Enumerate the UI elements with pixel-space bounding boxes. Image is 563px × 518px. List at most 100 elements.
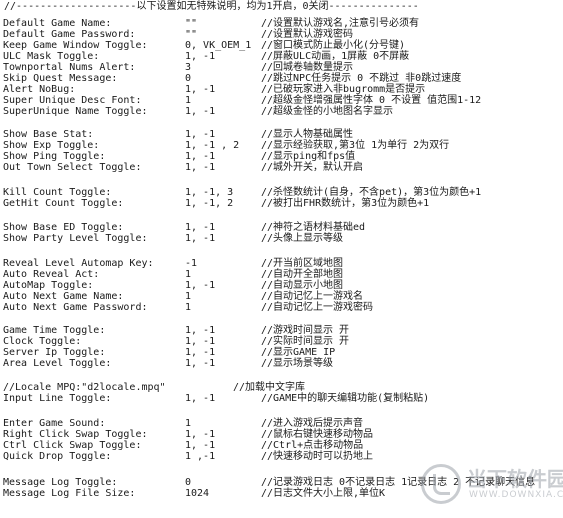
config-comment: //杀怪数统计(自身，不含pet)，第3位为颜色+1 <box>261 187 482 198</box>
config-key: Enter Game Sound: <box>3 418 106 429</box>
config-comment: //窗口模式防止最小化(分号键) <box>261 40 406 51</box>
config-value: 1, -1 <box>185 162 216 173</box>
config-comment: //实际时间显示 开 <box>261 336 350 347</box>
watermark-subtext: WWW.DOWNXIA.COM <box>469 490 563 500</box>
config-value: 1 <box>185 269 192 280</box>
config-value: 1, -1, 3 <box>185 187 234 198</box>
config-value: 1, -1 <box>185 393 216 404</box>
config-value: -1 <box>185 258 198 269</box>
config-key: Townportal Nums Alert: <box>3 62 136 73</box>
config-value: 1, -1 <box>185 233 216 244</box>
watermark: 当下软件园 WWW.DOWNXIA.COM <box>421 462 563 512</box>
config-value: 1, -1 , 2 <box>185 140 240 151</box>
config-value: 1, -1 <box>185 106 216 117</box>
config-key: Show Base Stat: <box>3 129 94 140</box>
config-key: Reveal Level Automap Key: <box>3 258 154 269</box>
config-key: Server Ip Toggle: <box>3 347 106 358</box>
config-key: Area Level Toggle: <box>3 358 112 369</box>
config-comment: //自动显示小地图 <box>261 280 344 291</box>
config-key: Right Click Swap Toggle: <box>3 429 148 440</box>
config-comment: //超级金怪的小地图名字显示 <box>261 106 394 117</box>
config-key: ULC Mask Toggle: <box>3 51 100 62</box>
config-key: Auto Next Game Password: <box>3 302 148 313</box>
config-value: 1, -1 <box>185 347 216 358</box>
config-comment: //回城卷轴数量提示 <box>261 62 354 73</box>
config-key: Show Exp Toggle: <box>3 140 100 151</box>
config-comment: //进入游戏后提示声音 <box>261 418 364 429</box>
config-value: 1 <box>185 291 192 302</box>
config-value: 1 ,-1 <box>185 451 216 462</box>
config-value: 1, -1 <box>185 129 216 140</box>
config-comment: //日志文件大小上限,单位K <box>261 488 386 499</box>
config-key: Default Game Name: <box>3 18 112 29</box>
config-key: Default Game Password: <box>3 29 136 40</box>
config-value: 1, -1 <box>185 51 216 62</box>
config-value: 1, -1 <box>185 325 216 336</box>
config-key: Message Log File Size: <box>3 488 136 499</box>
watermark-text: 当下软件园 <box>467 467 563 491</box>
config-key: Ctrl Click Swap Toggle: <box>3 440 142 451</box>
config-comment: //加载中文字库 <box>233 382 306 393</box>
config-value: 3 <box>185 62 192 73</box>
config-value: 0, VK_OEM_1 <box>185 40 252 51</box>
config-key: Clock Toggle: <box>3 336 82 347</box>
config-value: 0 <box>185 73 192 84</box>
config-key: Show Base ED Toggle: <box>3 222 124 233</box>
config-comment: //自动记忆上一游戏名 <box>261 291 364 302</box>
config-key: GetHit Count Toggle: <box>3 198 124 209</box>
config-comment: //开当前区域地图 <box>261 258 344 269</box>
config-comment: //神符之语材料基础ed <box>261 222 366 233</box>
config-comment: //GAME中的聊天编辑功能(复制粘贴) <box>261 393 430 404</box>
config-value: 1, -1 <box>185 280 216 291</box>
config-key: Auto Reveal Act: <box>3 269 100 280</box>
config-comment: //显示GAME IP <box>261 347 336 358</box>
config-key: AutoMap Toggle: <box>3 280 94 291</box>
config-comment: //显示ping和fps值 <box>261 151 356 162</box>
config-value: 1, -1, 2 <box>185 198 234 209</box>
config-value: 1, -1 <box>185 84 216 95</box>
config-value: 1 <box>185 95 192 106</box>
config-key: Game Time Toggle: <box>3 325 106 336</box>
config-value: "" <box>185 18 198 29</box>
config-key: Skip Quest Message: <box>3 73 118 84</box>
config-comment: //自动记忆上一游戏密码 <box>261 302 374 313</box>
config-key: Quick Drop Toggle: <box>3 451 112 462</box>
config-comment: //显示经验获取,第3位 1为单行 2为双行 <box>261 140 450 151</box>
config-comment: //快速移动时可以扔地上 <box>261 451 374 462</box>
config-value: 1, -1 <box>185 151 216 162</box>
config-key: Message Log Toggle: <box>3 477 118 488</box>
config-value: 1 <box>185 302 192 313</box>
config-comment: //游戏时间显示 开 <box>261 325 350 336</box>
config-key: Input Line Toggle: <box>3 393 112 404</box>
config-comment: //屏蔽ULC动画，1屏蔽 0不屏蔽 <box>261 51 410 62</box>
config-value: 1 <box>185 418 192 429</box>
config-key: Super Unique Desc Font: <box>3 95 142 106</box>
config-comment: //超级金怪增强属性字体 0 不设置 值范围1-12 <box>261 95 482 106</box>
config-comment: //头像上显示等级 <box>261 233 344 244</box>
config-comment: //已破玩家进入非bugromm是否提示 <box>261 84 426 95</box>
config-value: 1, -1 <box>185 440 216 451</box>
config-comment: //跳过NPC任务提示 0 不跳过 非0跳过速度 <box>261 73 462 84</box>
header-comment: //--------------------以下设置如无特殊说明，均为1开启，0… <box>4 1 419 12</box>
config-value: 1, -1 <box>185 222 216 233</box>
config-comment: //设置默认游戏密码 <box>261 29 354 40</box>
watermark-logo-icon <box>421 464 461 504</box>
config-key: Alert NoBug: <box>3 84 76 95</box>
config-comment: //Ctrl+点击移动物品 <box>261 440 364 451</box>
config-comment: //设置默认游戏名,注意引号必须有 <box>261 18 420 29</box>
config-value: 1024 <box>185 488 210 499</box>
config-value: "" <box>185 29 198 40</box>
config-comment: //被打出FHR数统计，第3位为颜色+1 <box>261 198 430 209</box>
config-key: Show Ping Toggle: <box>3 151 106 162</box>
config-key: Keep Game Window Toggle: <box>3 40 148 51</box>
config-comment: //鼠标右键快速移动物品 <box>261 429 374 440</box>
config-comment: //自动开全部地图 <box>261 269 344 280</box>
config-key: SuperUnique Name Toggle: <box>3 106 148 117</box>
config-comment: //显示人物基础属性 <box>261 129 354 140</box>
config-comment: //显示场景等级 <box>261 358 334 369</box>
config-key: Kill Count Toggle: <box>3 187 112 198</box>
config-key: Out Town Select Toggle: <box>3 162 142 173</box>
config-value: 0 <box>185 477 192 488</box>
config-key: //Locale MPQ:"d2locale.mpq" <box>3 382 166 393</box>
config-key: Auto Next Game Name: <box>3 291 124 302</box>
